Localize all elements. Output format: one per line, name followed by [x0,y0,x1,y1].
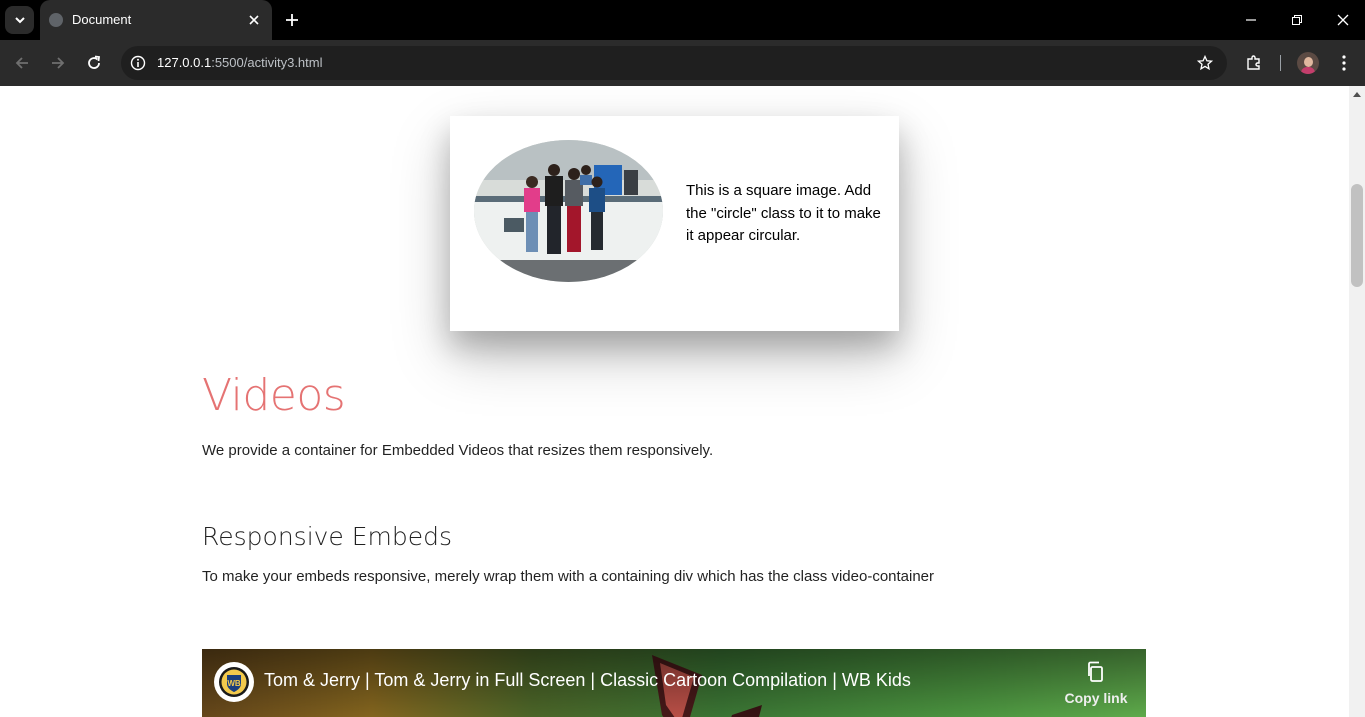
close-icon [249,15,259,25]
image-card: This is a square image. Add the "circle"… [450,116,899,331]
page-viewport: This is a square image. Add the "circle"… [0,86,1349,717]
chevron-down-icon [14,17,25,24]
avatar-face [1304,57,1313,67]
channel-logo-text: WB [227,679,241,688]
reload-icon [88,55,101,69]
toolbar-divider [1280,55,1281,71]
page-scrollbar[interactable] [1349,86,1365,717]
circle-image [474,140,663,282]
restore-button[interactable] [1283,8,1311,32]
videos-heading: Videos [202,370,346,421]
url-text[interactable]: 127.0.0.1:5500/activity3.html [157,55,323,70]
arrow-right-icon [52,57,65,69]
videos-description: We provide a container for Embedded Vide… [202,442,714,459]
browser-menu-button[interactable] [1334,53,1354,73]
minimize-button[interactable] [1237,8,1265,32]
tab-title: Document [72,12,132,27]
tab-strip: Document [0,0,1365,40]
channel-logo[interactable]: WB [214,662,254,702]
card-description: This is a square image. Add the "circle"… [686,182,881,244]
responsive-embeds-heading: Responsive Embeds [202,522,453,551]
plus-icon [286,14,298,26]
reload-button[interactable] [82,51,106,75]
tab-search-button[interactable] [5,6,34,34]
globe-icon [49,13,63,27]
restore-icon [1292,15,1302,25]
forward-button[interactable] [46,51,70,75]
more-vert-icon [1342,55,1346,71]
browser-toolbar: 127.0.0.1:5500/activity3.html [0,40,1365,86]
copy-link-button[interactable]: Copy link [1064,661,1128,706]
scroll-thumb[interactable] [1351,184,1363,287]
back-button[interactable] [10,51,34,75]
embeds-description: To make your embeds responsive, merely w… [202,568,935,585]
copy-link-label: Copy link [1064,690,1128,706]
profile-avatar[interactable] [1297,52,1319,74]
site-info-icon[interactable] [129,54,147,72]
address-bar[interactable]: 127.0.0.1:5500/activity3.html [121,46,1227,80]
puzzle-icon [1247,55,1260,70]
scroll-up-arrow-icon[interactable] [1353,92,1361,97]
url-path: :5500/activity3.html [211,55,323,70]
wb-shield-icon: WB [219,667,249,697]
url-host: 127.0.0.1 [157,55,212,70]
avatar-shirt [1301,67,1315,74]
close-window-button[interactable] [1329,8,1357,32]
close-icon [1337,14,1349,26]
tab-close-button[interactable] [244,10,264,30]
active-tab[interactable]: Document [40,0,272,40]
embedded-video[interactable]: WB Tom & Jerry | Tom & Jerry in Full Scr… [202,649,1146,717]
new-tab-button[interactable] [280,8,304,32]
copy-icon [1088,661,1103,682]
arrow-left-icon [15,57,28,69]
extensions-button[interactable] [1244,53,1264,73]
video-title[interactable]: Tom & Jerry | Tom & Jerry in Full Screen… [264,670,911,691]
minimize-icon [1246,19,1256,21]
group-photo [474,140,663,282]
bookmark-star-icon[interactable] [1195,53,1215,73]
